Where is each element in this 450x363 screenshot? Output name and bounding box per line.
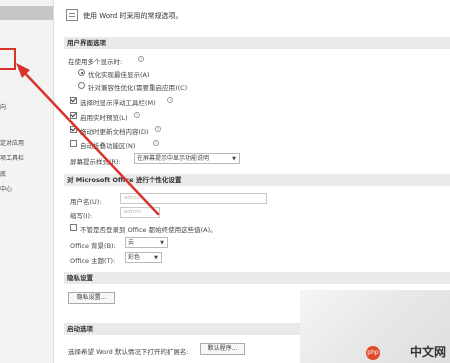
info-icon: i (153, 140, 159, 146)
watermark-logo: php (366, 346, 380, 360)
office-background-value: 云 (128, 239, 135, 246)
info-icon: i (155, 126, 161, 132)
checkbox-floating-toolbar-label: 选择时显示浮动工具栏(M) (80, 99, 156, 107)
multi-display-label: 在使用多个显示时: (68, 58, 123, 66)
office-theme-dropdown[interactable]: 彩色 ▼ (125, 252, 162, 263)
header-tip: 使用 Word 时采用的常规选项。 (83, 12, 183, 20)
checkbox-update-on-drag-label: 拖动时更新文档内容(D) (80, 128, 149, 136)
office-background-label: Office 背景(B): (70, 242, 116, 250)
office-theme-label: Office 主题(T): (70, 257, 116, 265)
checkbox-collapse-ribbon-label: 自动折叠功能区(N) (80, 142, 136, 150)
initials-input[interactable]: admin (120, 207, 160, 218)
default-programs-button[interactable]: 默认程序... (200, 343, 245, 355)
checkbox-floating-toolbar[interactable] (70, 97, 77, 104)
annotation-highlight-box (0, 48, 16, 70)
checkbox-always-use-label: 不管是否登录到 Office 都始终使用这些值(A)。 (80, 226, 217, 234)
chevron-down-icon: ▼ (160, 240, 164, 246)
sidebar-item-0[interactable]: 向 (0, 102, 6, 111)
tip-style-label: 屏幕提示样式(R): (70, 158, 121, 166)
info-icon: i (167, 97, 173, 103)
general-options-icon (66, 9, 78, 21)
radio-compatibility[interactable] (78, 82, 85, 89)
section-header-personalize: 对 Microsoft Office 进行个性化设置 (64, 174, 450, 186)
checkbox-update-on-drag[interactable] (70, 126, 77, 133)
info-icon: i (134, 112, 140, 118)
radio-best-display[interactable] (78, 69, 85, 76)
sidebar-selected-item[interactable] (0, 6, 53, 20)
checkbox-live-preview[interactable] (70, 112, 77, 119)
radio-best-display-label: 优化实现最佳显示(A) (88, 71, 150, 79)
username-input[interactable]: admin (120, 193, 267, 204)
checkbox-always-use[interactable] (70, 224, 77, 231)
tip-style-dropdown[interactable]: 在屏幕提示中显示功能说明 ▼ (134, 153, 240, 164)
tip-style-value: 在屏幕提示中显示功能说明 (137, 155, 210, 162)
sidebar-item-4[interactable]: 中心 (0, 184, 12, 193)
checkbox-live-preview-label: 启用实时预览(L) (80, 114, 128, 122)
checkbox-collapse-ribbon[interactable] (70, 140, 77, 147)
username-label: 用户名(U): (70, 198, 102, 206)
section-header-ui: 用户界面选项 (64, 37, 450, 49)
office-background-dropdown[interactable]: 云 ▼ (125, 237, 168, 248)
section-header-privacy: 隐私设置 (64, 272, 450, 284)
chevron-down-icon: ▼ (232, 156, 236, 162)
office-theme-value: 彩色 (128, 254, 141, 261)
sidebar-item-1[interactable]: 定对应用 (0, 138, 24, 147)
info-icon: i (138, 56, 144, 62)
sidebar-item-2[interactable]: 项工具栏 (0, 153, 24, 162)
sidebar-item-3[interactable]: 底 (0, 169, 6, 178)
radio-compatibility-label: 针对兼容性优化(需要重启应用)(C) (88, 84, 188, 92)
chevron-down-icon: ▼ (154, 255, 158, 261)
watermark-text: 中文网 (409, 345, 446, 359)
privacy-settings-button[interactable]: 隐私设置... (68, 292, 115, 304)
initials-label: 缩写(I): (70, 212, 93, 220)
default-extension-label: 选择希望 Word 默认情况下打开的扩展名: (68, 348, 189, 356)
